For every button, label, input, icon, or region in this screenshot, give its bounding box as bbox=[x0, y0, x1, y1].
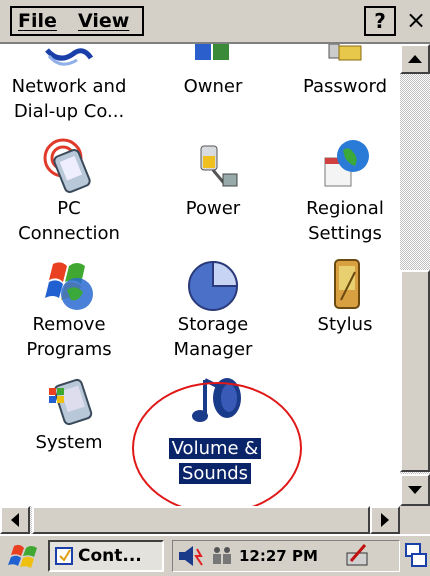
connectivity-icon[interactable] bbox=[209, 545, 233, 567]
item-label: Owner bbox=[183, 76, 243, 97]
owner-icon bbox=[195, 44, 229, 60]
file-menu[interactable]: File bbox=[18, 6, 57, 36]
task-button-control-panel[interactable]: Cont... bbox=[48, 540, 164, 572]
system-icon bbox=[49, 378, 93, 426]
control-panel-view: Network and Dial-up Co... Owner Password… bbox=[0, 44, 400, 506]
vertical-scrollbar[interactable] bbox=[400, 44, 430, 506]
arrow-right-icon bbox=[381, 513, 389, 527]
item-regional-settings[interactable]: Regional Settings bbox=[280, 136, 400, 246]
item-label: System bbox=[35, 432, 103, 453]
view-menu[interactable]: View bbox=[78, 6, 129, 36]
arrow-down-icon bbox=[408, 486, 422, 494]
arrow-left-icon bbox=[11, 513, 19, 527]
item-label: Manager bbox=[173, 339, 253, 360]
power-icon bbox=[200, 145, 238, 187]
item-label: Remove bbox=[32, 314, 106, 335]
highlight-circle bbox=[132, 382, 302, 506]
remove-programs-icon bbox=[45, 262, 93, 310]
item-owner[interactable]: Owner bbox=[148, 44, 278, 99]
item-network[interactable]: Network and Dial-up Co... bbox=[4, 44, 134, 124]
item-label: Power bbox=[185, 198, 241, 219]
system-tray: 12:27 PM bbox=[172, 540, 400, 572]
desktop-icon[interactable] bbox=[404, 542, 428, 570]
item-label: PC bbox=[57, 198, 81, 219]
task-button-label: Cont... bbox=[78, 546, 142, 566]
scroll-down-button[interactable] bbox=[400, 474, 430, 506]
regional-settings-icon bbox=[324, 140, 369, 187]
taskbar: Cont... 12:27 PM bbox=[0, 534, 430, 576]
hscroll-thumb[interactable] bbox=[32, 506, 370, 534]
item-power[interactable]: Power bbox=[148, 136, 278, 221]
password-icon bbox=[328, 44, 362, 61]
input-panel-icon[interactable] bbox=[345, 543, 369, 569]
item-label: Dial-up Co... bbox=[13, 101, 125, 122]
start-icon[interactable] bbox=[8, 542, 40, 570]
scroll-right-button[interactable] bbox=[370, 506, 400, 534]
scroll-up-button[interactable] bbox=[400, 44, 430, 74]
stylus-icon bbox=[334, 259, 360, 309]
item-system[interactable]: System bbox=[4, 374, 134, 455]
item-label: Network and bbox=[11, 76, 127, 97]
pc-connection-icon bbox=[43, 138, 91, 193]
arrow-up-icon bbox=[408, 55, 422, 63]
item-remove-programs[interactable]: Remove Programs bbox=[4, 256, 134, 362]
item-stylus[interactable]: Stylus bbox=[280, 256, 400, 337]
volume-icon[interactable] bbox=[177, 545, 205, 567]
clock[interactable]: 12:27 PM bbox=[239, 541, 318, 571]
item-storage-manager[interactable]: Storage Manager bbox=[148, 256, 278, 362]
help-button[interactable]: ? bbox=[364, 6, 396, 36]
scroll-thumb[interactable] bbox=[400, 270, 430, 472]
item-label: Settings bbox=[308, 223, 382, 244]
item-label: Password bbox=[302, 76, 388, 97]
item-label: Connection bbox=[18, 223, 120, 244]
horizontal-scrollbar[interactable] bbox=[0, 506, 400, 534]
item-pc-connection[interactable]: PC Connection bbox=[4, 136, 134, 246]
item-label: Programs bbox=[26, 339, 112, 360]
close-button[interactable]: × bbox=[402, 6, 430, 36]
scroll-corner bbox=[400, 506, 430, 534]
control-panel-icon bbox=[55, 547, 73, 565]
item-password[interactable]: Password bbox=[280, 44, 400, 99]
item-label: Regional bbox=[306, 198, 384, 219]
network-icon bbox=[45, 48, 94, 66]
menu-bar: File View ? × bbox=[0, 0, 430, 44]
item-label: Storage bbox=[177, 314, 249, 335]
storage-manager-icon bbox=[188, 260, 239, 311]
item-label: Stylus bbox=[317, 314, 373, 335]
scroll-left-button[interactable] bbox=[0, 506, 30, 534]
